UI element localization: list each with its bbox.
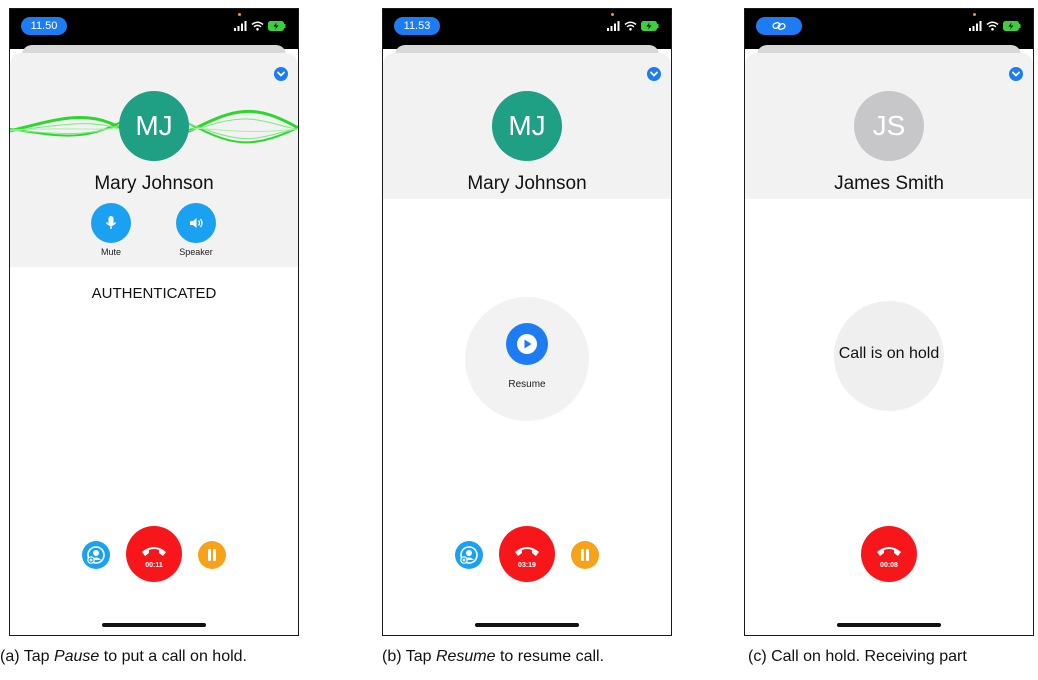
resume-area: Resume [465, 297, 589, 421]
status-bar: 11.53 [383, 9, 671, 49]
call-timer: 00:11 [145, 562, 163, 569]
battery-charging-icon [641, 21, 659, 31]
hang-up-icon [142, 547, 166, 556]
caption-emphasis: Pause [53, 648, 100, 665]
hang-up-icon [877, 547, 901, 556]
transfer-button[interactable] [82, 541, 110, 569]
battery-charging-icon [1003, 21, 1021, 31]
recording-dot [973, 13, 976, 16]
contact-name: Mary Johnson [467, 173, 587, 194]
transfer-icon [460, 546, 478, 564]
battery-charging-icon [268, 21, 286, 31]
wifi-icon [624, 21, 637, 31]
caption-text: to put a call on hold. [99, 648, 247, 665]
end-call-button[interactable]: 03:19 [499, 526, 555, 582]
recording-dot [611, 13, 614, 16]
home-indicator[interactable] [837, 623, 941, 627]
play-icon [517, 334, 537, 354]
call-timer: 03:19 [518, 562, 536, 569]
signal-icon [607, 21, 620, 31]
status-icons [607, 19, 659, 33]
recording-dot [238, 13, 241, 16]
caption-text: (b) Tap [382, 648, 436, 665]
call-timer: 00:08 [880, 562, 898, 569]
speaker-icon [190, 218, 203, 228]
phone-screen-b: 11.53 MJ Mary Johnson Resume 03:19 [382, 8, 672, 636]
pause-button[interactable] [571, 541, 599, 569]
avatar: JS [854, 91, 924, 161]
status-icons [234, 19, 286, 33]
avatar: MJ [119, 91, 189, 161]
link-pill[interactable] [756, 17, 802, 35]
hang-up-icon [515, 547, 539, 556]
contact-name: Mary Johnson [94, 173, 214, 194]
hold-indicator: Call is on hold [834, 301, 944, 411]
caption-text: (a) Tap [0, 648, 54, 665]
call-sheet: MJ Mary Johnson Resume 03:19 [383, 53, 671, 635]
mute-label: Mute [100, 247, 121, 257]
home-indicator[interactable] [475, 623, 579, 627]
call-sheet: MJ Mary Johnson Mute Speaker AUTHENTICAT… [10, 53, 298, 635]
hold-text: Call is on hold [838, 345, 940, 362]
chevron-down-icon[interactable] [1009, 67, 1023, 81]
transfer-icon [87, 546, 105, 564]
caption-text: to resume call. [495, 648, 605, 665]
status-icons [969, 19, 1021, 33]
status-time: 11.53 [394, 17, 440, 35]
signal-icon [234, 21, 247, 31]
status-time: 11.50 [21, 17, 67, 35]
mute-button[interactable]: Mute [89, 203, 133, 257]
speaker-label: Speaker [179, 247, 213, 257]
home-indicator[interactable] [102, 623, 206, 627]
contact-name: James Smith [834, 173, 944, 194]
transfer-button[interactable] [455, 541, 483, 569]
caption-c: (c) Call on hold. Receiving part [748, 648, 967, 665]
end-call-button[interactable]: 00:11 [126, 526, 182, 582]
caption-emphasis: Resume [435, 648, 496, 665]
phone-screen-c: JS James Smith Call is on hold 00:08 [744, 8, 1034, 636]
speaker-button[interactable]: Speaker [174, 203, 218, 257]
avatar: MJ [492, 91, 562, 161]
link-icon [772, 22, 786, 30]
status-bar [745, 9, 1033, 49]
caption-b: (b) Tap Resume to resume call. [382, 648, 604, 666]
pause-button[interactable] [198, 541, 226, 569]
caption-a: (a) Tap Pause to put a call on hold. [0, 648, 247, 666]
wifi-icon [986, 21, 999, 31]
call-sheet: JS James Smith Call is on hold 00:08 [745, 53, 1033, 635]
phone-screen-a: 11.50 MJ Mary Johnson Mute Speaker AUTHE… [9, 8, 299, 636]
status-text: AUTHENTICATED [91, 285, 217, 302]
signal-icon [969, 21, 982, 31]
status-bar: 11.50 [10, 9, 298, 49]
end-call-button[interactable]: 00:08 [861, 526, 917, 582]
resume-label: Resume [508, 379, 546, 390]
resume-button[interactable] [506, 323, 548, 365]
chevron-down-icon[interactable] [274, 67, 288, 81]
microphone-icon [105, 216, 117, 229]
wifi-icon [251, 21, 264, 31]
chevron-down-icon[interactable] [647, 67, 661, 81]
